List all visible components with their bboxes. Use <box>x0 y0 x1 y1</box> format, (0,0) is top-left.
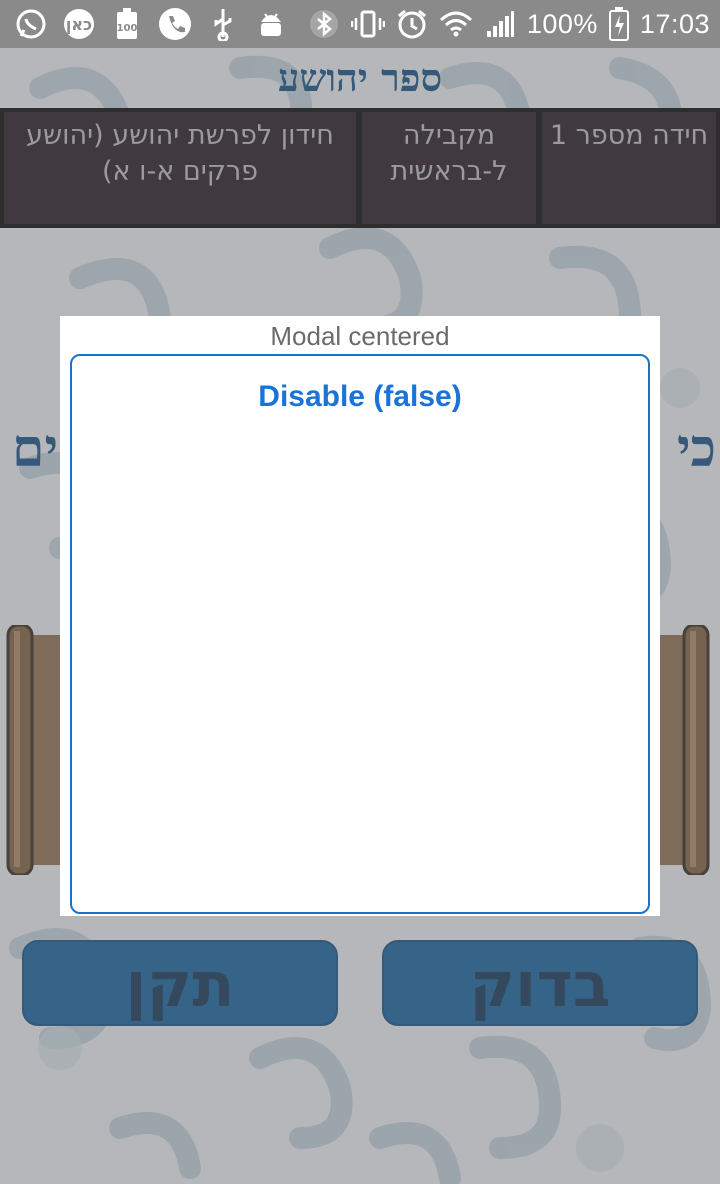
usb-icon <box>206 7 240 41</box>
modal-dialog: Modal centered Disable (false) <box>60 316 660 916</box>
svg-text:כאן: כאן <box>66 15 92 34</box>
modal-disable-label: Disable (false) <box>258 380 462 413</box>
bluetooth-icon <box>307 7 341 41</box>
whatsapp-icon <box>14 7 48 41</box>
wifi-icon <box>439 7 473 41</box>
vibrate-icon <box>350 7 385 41</box>
status-bar: כאן 100 100% 17:03 <box>0 0 720 48</box>
clock: 17:03 <box>639 8 710 39</box>
battery-100-icon: 100 <box>110 7 144 41</box>
kan-icon: כאן <box>62 7 96 41</box>
phone-icon <box>158 7 192 41</box>
signal-icon <box>483 7 517 41</box>
svg-text:100: 100 <box>117 23 138 34</box>
battery-charging-icon <box>608 7 630 41</box>
battery-percent: 100% <box>526 8 598 39</box>
modal-content-frame: Disable (false) <box>70 354 650 914</box>
android-debug-icon <box>254 7 288 41</box>
modal-title: Modal centered <box>270 321 450 351</box>
alarm-icon <box>395 7 429 41</box>
